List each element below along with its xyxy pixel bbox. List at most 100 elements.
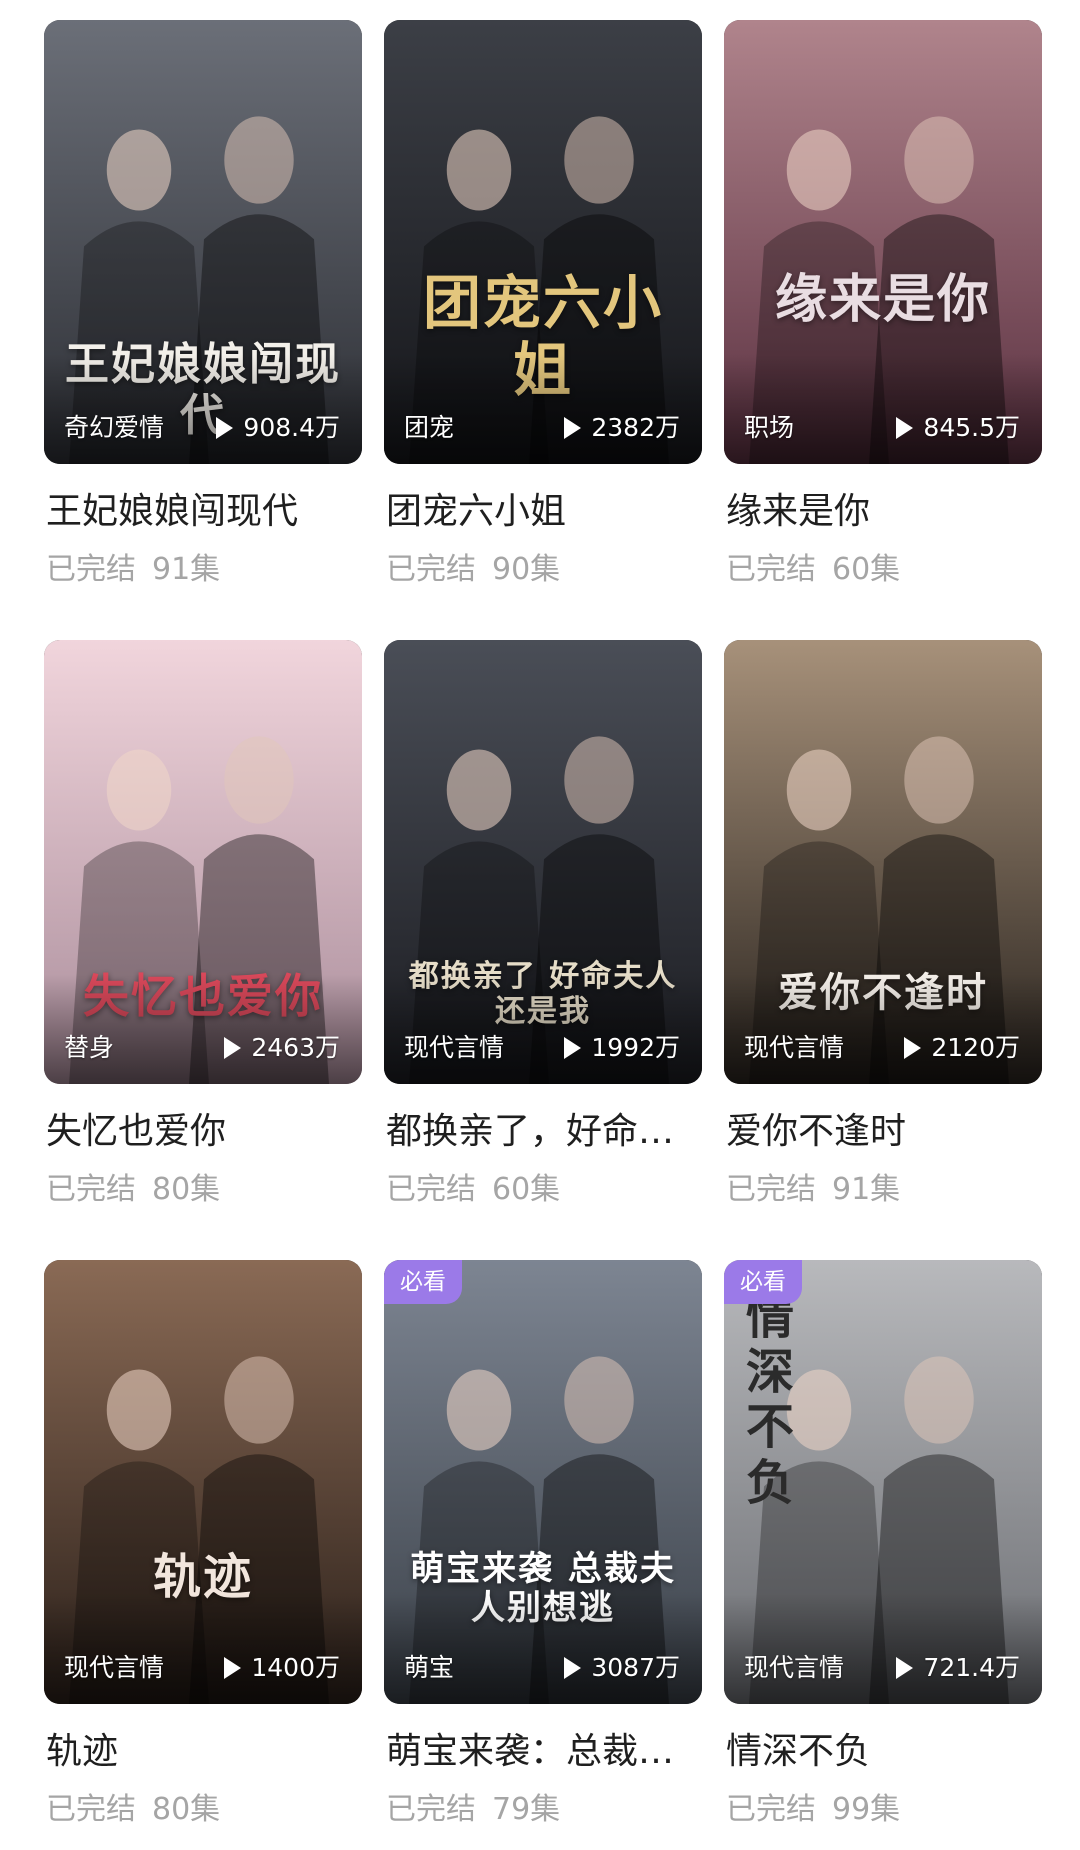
drama-cover[interactable]: 萌宝来袭 总裁夫人别想逃 必看 萌宝 3087万 [384, 1260, 702, 1704]
drama-cover[interactable]: 情深不负 必看 现代言情 721.4万 [724, 1260, 1042, 1704]
cover-shade [724, 354, 1042, 464]
figure-head [106, 129, 172, 211]
drama-card[interactable]: 团宠六小姐 团宠 2382万 团宠六小姐 已完结 90集 [384, 20, 702, 610]
play-count-value: 3087万 [591, 1653, 680, 1682]
drama-title[interactable]: 萌宝来袭：总裁夫人别想逃 [386, 1730, 702, 1774]
cover-shade [724, 974, 1042, 1084]
figure-head [564, 116, 634, 204]
drama-card[interactable]: 萌宝来袭 总裁夫人别想逃 必看 萌宝 3087万 萌宝来袭：总裁夫人别想逃 已完… [384, 1260, 702, 1850]
genre-tag: 现代言情 [744, 1653, 845, 1682]
play-icon [564, 1657, 582, 1679]
drama-cover[interactable]: 轨迹 现代言情 1400万 [44, 1260, 362, 1704]
episode-count: 99集 [832, 1792, 901, 1827]
genre-tag: 现代言情 [64, 1653, 165, 1682]
figure-head [224, 736, 294, 824]
drama-cover[interactable]: 爱你不逢时 现代言情 2120万 [724, 640, 1042, 1084]
episode-count: 91集 [832, 1172, 901, 1207]
episode-count: 90集 [492, 552, 561, 587]
drama-meta: 已完结 60集 [386, 1172, 560, 1208]
drama-title[interactable]: 王妃娘娘闯现代 [46, 490, 362, 534]
episode-count: 79集 [492, 1792, 561, 1827]
drama-title[interactable]: 爱你不逢时 [726, 1110, 1042, 1154]
status-text: 已完结 [386, 1792, 476, 1827]
drama-meta: 已完结 79集 [386, 1792, 560, 1828]
genre-tag: 替身 [64, 1033, 115, 1062]
drama-cover[interactable]: 都换亲了 好命夫人还是我 现代言情 1992万 [384, 640, 702, 1084]
drama-title[interactable]: 缘来是你 [726, 490, 1042, 534]
figure-head [786, 129, 852, 211]
play-icon [224, 1037, 242, 1059]
drama-card[interactable]: 失忆也爱你 替身 2463万 失忆也爱你 已完结 80集 [44, 640, 362, 1230]
drama-cover[interactable]: 团宠六小姐 团宠 2382万 [384, 20, 702, 464]
figure-head [446, 1369, 512, 1451]
status-text: 已完结 [726, 1792, 816, 1827]
drama-cover[interactable]: 缘来是你 职场 845.5万 [724, 20, 1042, 464]
drama-cover[interactable]: 失忆也爱你 替身 2463万 [44, 640, 362, 1084]
drama-card[interactable]: 情深不负 必看 现代言情 721.4万 情深不负 已完结 99集 [724, 1260, 1042, 1850]
play-icon [216, 417, 234, 439]
figure-head [224, 1356, 294, 1444]
genre-tag: 团宠 [404, 413, 455, 442]
drama-title[interactable]: 都换亲了，好命夫人还是我 [386, 1110, 702, 1154]
episode-count: 80集 [152, 1172, 221, 1207]
genre-tag: 萌宝 [404, 1653, 455, 1682]
figure-head [564, 736, 634, 824]
play-count: 1400万 [224, 1654, 340, 1682]
drama-cover[interactable]: 王妃娘娘闯现代 奇幻爱情 908.4万 [44, 20, 362, 464]
play-icon [896, 1657, 914, 1679]
status-text: 已完结 [726, 1172, 816, 1207]
drama-title[interactable]: 轨迹 [46, 1730, 362, 1774]
cover-shade [44, 974, 362, 1084]
play-icon [896, 417, 914, 439]
figure-head [564, 1356, 634, 1444]
figure-head [106, 1369, 172, 1451]
play-count: 2463万 [224, 1034, 340, 1062]
figure-head [786, 1369, 852, 1451]
drama-card[interactable]: 都换亲了 好命夫人还是我 现代言情 1992万 都换亲了，好命夫人还是我 已完结… [384, 640, 702, 1230]
drama-meta: 已完结 80集 [46, 1792, 220, 1828]
play-count: 908.4万 [216, 414, 340, 442]
figure-head [224, 116, 294, 204]
play-icon [904, 1037, 922, 1059]
play-count: 1992万 [564, 1034, 680, 1062]
status-text: 已完结 [46, 1172, 136, 1207]
must-watch-badge: 必看 [384, 1260, 462, 1304]
play-icon [564, 1037, 582, 1059]
drama-title[interactable]: 团宠六小姐 [386, 490, 702, 534]
episode-count: 91集 [152, 552, 221, 587]
drama-card[interactable]: 轨迹 现代言情 1400万 轨迹 已完结 80集 [44, 1260, 362, 1850]
status-text: 已完结 [726, 552, 816, 587]
episode-count: 80集 [152, 1792, 221, 1827]
play-count: 721.4万 [896, 1654, 1020, 1682]
play-count-value: 1992万 [591, 1033, 680, 1062]
drama-meta: 已完结 90集 [386, 552, 560, 588]
status-text: 已完结 [386, 552, 476, 587]
figure-head [904, 1356, 974, 1444]
play-count-value: 845.5万 [923, 413, 1020, 442]
status-text: 已完结 [386, 1172, 476, 1207]
play-count-value: 1400万 [251, 1653, 340, 1682]
drama-grid: 王妃娘娘闯现代 奇幻爱情 908.4万 王妃娘娘闯现代 已完结 91集 团宠六小姐… [0, 0, 1080, 1847]
figure-head [106, 749, 172, 831]
figure-head [904, 116, 974, 204]
episode-count: 60集 [492, 1172, 561, 1207]
play-count: 3087万 [564, 1654, 680, 1682]
drama-meta: 已完结 60集 [726, 552, 900, 588]
drama-title[interactable]: 情深不负 [726, 1730, 1042, 1774]
cover-shade [384, 1594, 702, 1704]
cover-shade [44, 1594, 362, 1704]
figure-head [446, 129, 512, 211]
play-count: 2120万 [904, 1034, 1020, 1062]
cover-shade [384, 354, 702, 464]
drama-meta: 已完结 91集 [726, 1172, 900, 1208]
drama-meta: 已完结 99集 [726, 1792, 900, 1828]
drama-card[interactable]: 爱你不逢时 现代言情 2120万 爱你不逢时 已完结 91集 [724, 640, 1042, 1230]
figure-head [904, 736, 974, 824]
drama-title[interactable]: 失忆也爱你 [46, 1110, 362, 1154]
drama-meta: 已完结 91集 [46, 552, 220, 588]
drama-card[interactable]: 缘来是你 职场 845.5万 缘来是你 已完结 60集 [724, 20, 1042, 610]
play-count-value: 721.4万 [923, 1653, 1020, 1682]
play-count-value: 2382万 [591, 413, 680, 442]
drama-card[interactable]: 王妃娘娘闯现代 奇幻爱情 908.4万 王妃娘娘闯现代 已完结 91集 [44, 20, 362, 610]
status-text: 已完结 [46, 552, 136, 587]
